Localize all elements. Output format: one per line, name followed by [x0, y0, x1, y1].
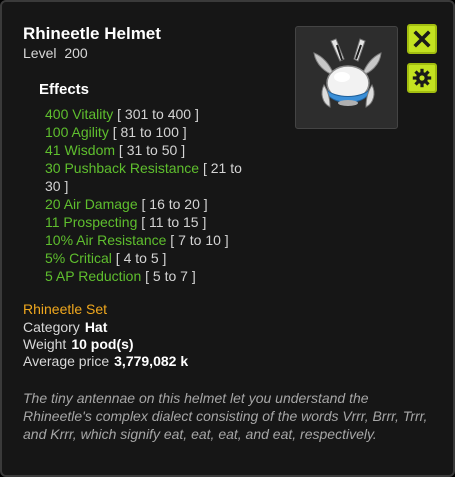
effect-text: 10% Air Resistance: [45, 232, 167, 248]
effect-row: 400 Vitality [ 301 to 400 ]: [45, 105, 275, 123]
effect-row: 11 Prospecting [ 11 to 15 ]: [45, 213, 275, 231]
effect-row: 10% Air Resistance [ 7 to 10 ]: [45, 231, 275, 249]
category-label: Category: [23, 319, 80, 335]
effect-text: 30 Pushback Resistance: [45, 160, 200, 176]
effect-text: 400 Vitality: [45, 106, 114, 122]
effects-heading: Effects: [39, 81, 90, 98]
effect-text: 100 Agility: [45, 124, 109, 140]
effects-list: 400 Vitality [ 301 to 400 ] 100 Agility …: [45, 105, 275, 285]
effect-range: [ 16 to 20 ]: [141, 196, 208, 212]
item-description: The tiny antennae on this helmet let you…: [23, 390, 428, 442]
price-label: Average price: [23, 353, 110, 369]
effect-text: 11 Prospecting: [45, 214, 138, 230]
effect-range: [ 7 to 10 ]: [170, 232, 229, 248]
effect-range: [ 31 to 50 ]: [118, 142, 186, 158]
effect-range: [ 21 to: [202, 160, 242, 176]
close-button[interactable]: [407, 24, 437, 54]
effect-range: [ 4 to 5 ]: [115, 250, 167, 266]
effect-row: 41 Wisdom [ 31 to 50 ]: [45, 141, 275, 159]
weight-value: 10 pod(s): [71, 336, 134, 352]
effect-row: 20 Air Damage [ 16 to 20 ]: [45, 195, 275, 213]
effect-row: 30 Pushback Resistance [ 21 to: [45, 159, 275, 177]
effect-row-continuation: 30 ]: [45, 177, 275, 195]
settings-button[interactable]: [407, 63, 437, 93]
category-row: Category Hat: [23, 319, 188, 336]
level-label: Level: [23, 45, 57, 61]
effect-text: 5% Critical: [45, 250, 112, 266]
helmet-image: [313, 38, 382, 108]
effect-range: [ 11 to 15 ]: [141, 214, 207, 230]
effect-row: 5 AP Reduction [ 5 to 7 ]: [45, 267, 275, 285]
weight-label: Weight: [23, 336, 67, 352]
close-icon: [413, 30, 431, 48]
gear-icon: [412, 68, 432, 88]
item-image-frame: [295, 26, 398, 129]
effect-text: 20 Air Damage: [45, 196, 138, 212]
set-link[interactable]: Rhineetle Set: [23, 301, 107, 317]
price-value: 3,779,082 k: [114, 353, 189, 369]
effect-range: [ 301 to 400 ]: [117, 106, 199, 122]
item-level: Level 200: [23, 45, 88, 61]
effect-row: 5% Critical [ 4 to 5 ]: [45, 249, 275, 267]
effect-range: 30 ]: [45, 178, 69, 194]
price-row: Average price 3,779,082 k: [23, 353, 188, 370]
effect-text: 5 AP Reduction: [45, 268, 142, 284]
effect-text: 41 Wisdom: [45, 142, 116, 158]
item-title: Rhineetle Helmet: [23, 24, 161, 43]
category-value: Hat: [84, 319, 108, 335]
weight-row: Weight 10 pod(s): [23, 336, 188, 353]
item-tooltip-panel: Rhineetle Helmet Level 200 Effects 400 V…: [0, 0, 455, 477]
level-value: 200: [64, 45, 88, 61]
item-info: Category Hat Weight 10 pod(s) Average pric…: [23, 319, 188, 370]
effect-range: [ 81 to 100 ]: [112, 124, 187, 140]
effect-range: [ 5 to 7 ]: [145, 268, 196, 284]
effect-row: 100 Agility [ 81 to 100 ]: [45, 123, 275, 141]
